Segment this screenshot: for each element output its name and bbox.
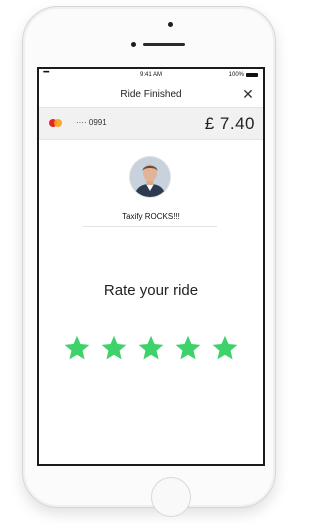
fare-amount: £ 7.40 [204, 114, 255, 133]
earpiece-speaker [143, 43, 185, 46]
status-bar: ••••• 9:41 AM 100% [39, 69, 263, 82]
front-camera [168, 22, 173, 27]
payment-summary: ···· 0991 £ 7.40 [39, 107, 263, 140]
app-screen: ••••• 9:41 AM 100% Ride Finished ✕ ···· … [37, 67, 265, 466]
star-3-icon[interactable] [137, 334, 165, 362]
star-4-icon[interactable] [174, 334, 202, 362]
star-rating [63, 334, 239, 362]
star-5-icon[interactable] [211, 334, 239, 362]
home-button[interactable] [151, 477, 191, 517]
rate-title: Rate your ride [103, 282, 199, 299]
driver-message: Taxify ROCKS!!! [122, 212, 180, 221]
driver-avatar [130, 157, 170, 197]
proximity-sensor [131, 42, 136, 47]
battery-icon [246, 73, 258, 77]
card-number: ···· 0991 [76, 118, 107, 127]
nav-bar: Ride Finished ✕ [39, 82, 263, 107]
star-2-icon[interactable] [100, 334, 128, 362]
mastercard-icon [49, 119, 63, 127]
battery-percent: 100% [228, 72, 244, 78]
close-icon[interactable]: ✕ [239, 85, 257, 103]
battery-indicator: 100% [229, 72, 258, 78]
page-title: Ride Finished [120, 89, 182, 100]
star-1-icon[interactable] [63, 334, 91, 362]
divider [83, 226, 217, 227]
